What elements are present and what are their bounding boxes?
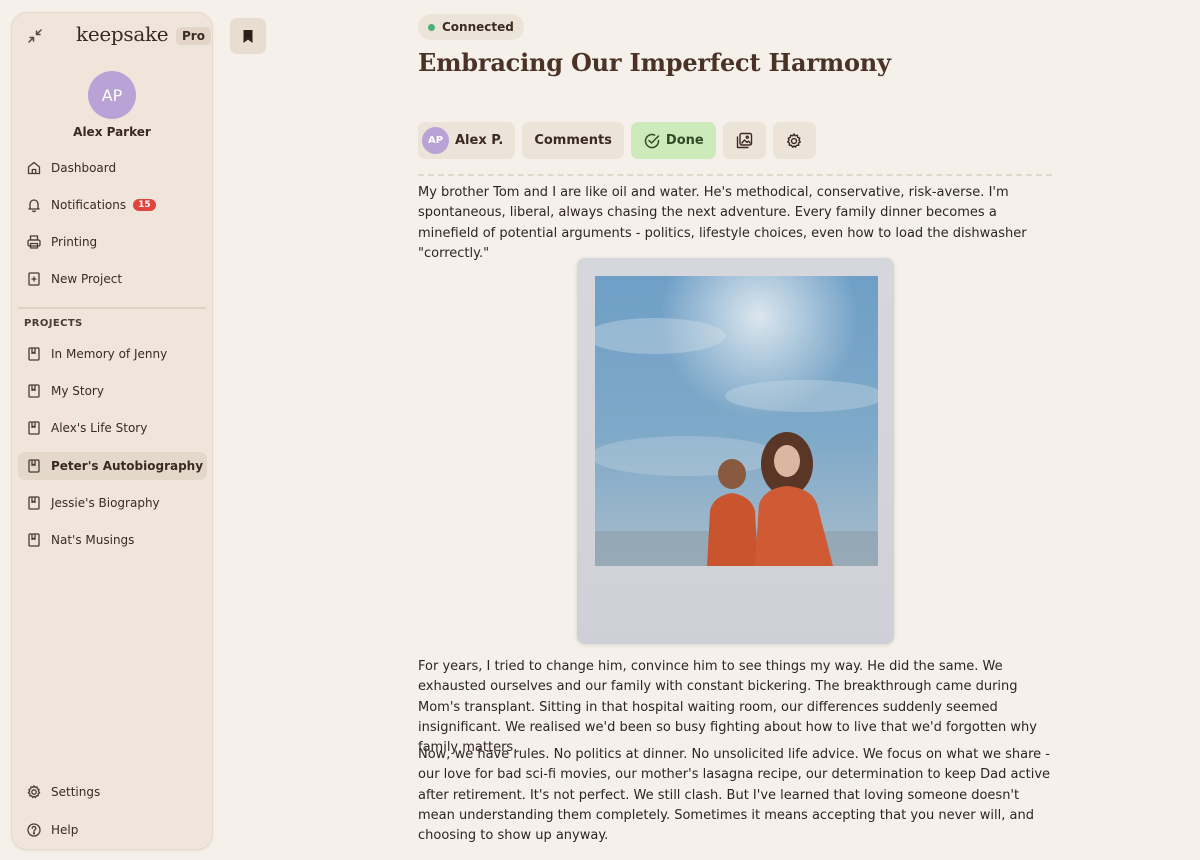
- project-label: Peter's Autobiography: [51, 459, 204, 473]
- connection-status: Connected: [418, 14, 524, 40]
- collapse-icon[interactable]: [26, 27, 44, 45]
- project-label: My Story: [51, 384, 104, 398]
- printer-icon: [27, 235, 41, 249]
- sidebar-item-project-active[interactable]: Peter's Autobiography: [18, 452, 207, 480]
- page-title[interactable]: Embracing Our Imperfect Harmony: [418, 48, 891, 77]
- sidebar-item-project[interactable]: Jessie's Biography: [18, 489, 207, 517]
- nav-label: Dashboard: [51, 161, 117, 175]
- sidebar-item-project[interactable]: Nat's Musings: [18, 526, 207, 554]
- nav-label: Notifications: [51, 198, 127, 212]
- settings-button[interactable]: [772, 122, 816, 159]
- book-icon: [28, 533, 40, 547]
- comments-label: Comments: [534, 133, 612, 148]
- plus-square-icon: [28, 272, 40, 286]
- project-label: In Memory of Jenny: [51, 347, 168, 361]
- avatar[interactable]: AP: [88, 71, 136, 119]
- images-icon: [736, 132, 752, 149]
- avatar: AP: [422, 127, 449, 154]
- notification-count-badge: 15: [133, 199, 156, 211]
- story-paragraph[interactable]: For years, I tried to change him, convin…: [418, 657, 1054, 758]
- sidebar-item-help[interactable]: Help: [18, 816, 207, 844]
- nav-label: New Project: [51, 272, 123, 286]
- section-divider: [418, 174, 1052, 176]
- book-icon: [28, 421, 40, 435]
- story-paragraph[interactable]: My brother Tom and I are like oil and wa…: [418, 183, 1054, 264]
- done-button[interactable]: Done: [630, 122, 716, 159]
- polaroid-photo[interactable]: [577, 258, 894, 644]
- help-icon: [27, 823, 41, 837]
- sidebar-header: keepsake Pro: [12, 13, 212, 59]
- sidebar-item-notifications[interactable]: Notifications 15: [18, 191, 207, 219]
- project-label: Jessie's Biography: [51, 496, 160, 510]
- sidebar-item-dashboard[interactable]: Dashboard: [18, 154, 207, 182]
- done-label: Done: [665, 133, 704, 148]
- projects-heading: PROJECTS: [24, 318, 83, 329]
- sidebar-item-new-project[interactable]: New Project: [18, 265, 207, 293]
- book-icon: [28, 496, 40, 510]
- author-name: Alex P.: [455, 133, 504, 148]
- nav-label: Settings: [51, 785, 101, 799]
- bell-icon: [28, 199, 40, 213]
- document-toolbar: AP Alex P. Comments Done: [418, 122, 816, 159]
- story-paragraph[interactable]: Now, we have rules. No politics at dinne…: [418, 745, 1054, 846]
- comments-button[interactable]: Comments: [522, 122, 624, 159]
- check-circle-icon: [644, 133, 660, 148]
- sidebar-item-project[interactable]: In Memory of Jenny: [18, 340, 207, 368]
- book-icon: [28, 384, 40, 398]
- book-icon: [28, 347, 40, 361]
- photo-image: [595, 276, 878, 566]
- gear-icon: [27, 785, 41, 799]
- sidebar-divider: [18, 307, 206, 309]
- bookmark-button[interactable]: [230, 18, 266, 54]
- plan-badge: Pro: [176, 27, 211, 45]
- images-button[interactable]: [722, 122, 766, 159]
- gear-icon: [787, 132, 802, 148]
- nav-label: Printing: [51, 235, 98, 249]
- status-dot: [428, 23, 435, 31]
- home-icon: [27, 161, 41, 175]
- bookmark-icon: [243, 29, 253, 43]
- sidebar: keepsake Pro AP Alex Parker Dashboard No…: [11, 12, 213, 850]
- sidebar-item-printing[interactable]: Printing: [18, 228, 207, 256]
- status-label: Connected: [442, 20, 514, 34]
- book-icon: [28, 459, 40, 473]
- nav-label: Help: [51, 823, 79, 837]
- sidebar-item-project[interactable]: My Story: [18, 377, 207, 405]
- brand-logo: keepsake: [76, 22, 169, 46]
- user-name: Alex Parker: [73, 125, 151, 139]
- sidebar-item-settings[interactable]: Settings: [18, 778, 207, 806]
- author-button[interactable]: AP Alex P.: [418, 122, 516, 159]
- project-label: Alex's Life Story: [51, 421, 148, 435]
- sidebar-item-project[interactable]: Alex's Life Story: [18, 414, 207, 442]
- project-label: Nat's Musings: [51, 533, 135, 547]
